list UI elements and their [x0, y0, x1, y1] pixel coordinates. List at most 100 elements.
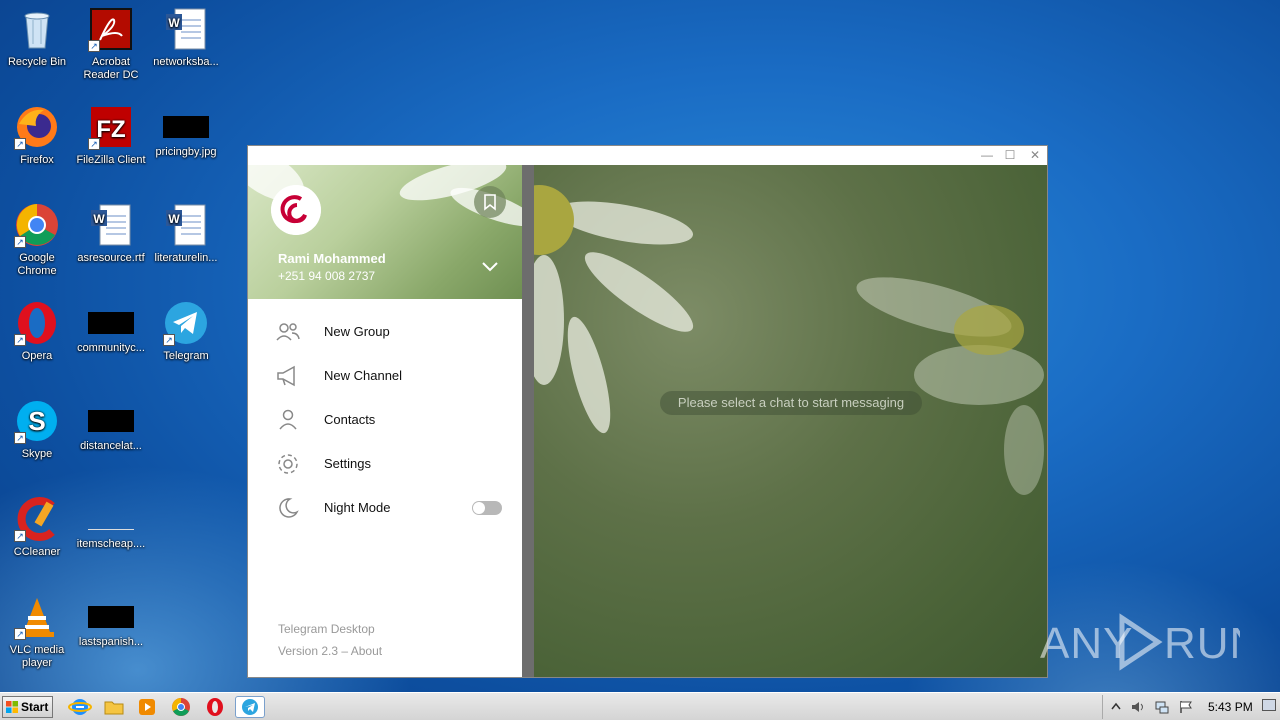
filezilla-icon: FZ ↗ — [88, 104, 134, 150]
skype-icon: S ↗ — [14, 398, 60, 444]
taskbar-clock[interactable]: 5:43 PM — [1208, 700, 1253, 714]
menu-item-new-channel[interactable]: New Channel — [248, 354, 522, 398]
accounts-toggle[interactable] — [480, 259, 500, 275]
windows-flag-icon — [6, 701, 18, 713]
network-button[interactable] — [1154, 699, 1170, 715]
shortcut-arrow-icon: ↗ — [88, 40, 100, 52]
desktop-icon-label: CCleaner — [13, 546, 61, 558]
desktop-icon-label: itemscheap.... — [76, 538, 146, 550]
desktop-icon-label: VLC media player — [9, 644, 65, 669]
start-label: Start — [21, 700, 49, 714]
desktop-icon-itemscheap[interactable]: itemscheap.... — [74, 496, 148, 551]
acrobat-icon: ↗ — [88, 6, 134, 52]
desktop-icon-opera[interactable]: ↗ Opera — [0, 300, 74, 363]
internet-explorer-icon — [68, 699, 92, 715]
svg-text:FZ: FZ — [96, 116, 125, 143]
taskbar-chrome-button[interactable] — [169, 696, 193, 718]
telegram-icon — [242, 699, 258, 715]
show-hidden-icons-button[interactable] — [1108, 699, 1124, 715]
svg-text:RUN: RUN — [1164, 619, 1240, 668]
megaphone-icon — [275, 364, 301, 388]
volume-button[interactable] — [1130, 699, 1146, 715]
desktop-icon-label: Opera — [21, 350, 53, 362]
saved-messages-button[interactable] — [474, 186, 506, 218]
desktop-icon-acrobat[interactable]: ↗ Acrobat Reader DC — [74, 6, 148, 82]
opera-icon: ↗ — [14, 300, 60, 346]
firefox-icon: ↗ — [14, 104, 60, 150]
svg-text:W: W — [168, 212, 180, 226]
minimize-button[interactable]: — — [976, 147, 998, 163]
toggle-knob — [473, 502, 485, 514]
desktop-icon-label: lastspanish... — [78, 636, 144, 648]
start-button[interactable]: Start — [2, 696, 53, 718]
menu-label: New Group — [324, 324, 390, 339]
desktop-icon-networksba[interactable]: W networksba... — [149, 6, 223, 69]
menu-item-night-mode[interactable]: Night Mode — [248, 486, 522, 530]
desktop-icon-firefox[interactable]: ↗ Firefox — [0, 104, 74, 167]
desktop-icon-chrome[interactable]: ↗ Google Chrome — [0, 202, 74, 278]
shortcut-arrow-icon: ↗ — [14, 530, 26, 542]
taskbar-ie-button[interactable] — [68, 696, 92, 718]
redacted-file-icon — [88, 410, 134, 432]
menu-item-settings[interactable]: Settings — [248, 442, 522, 486]
desktop-icon-ccleaner[interactable]: ↗ CCleaner — [0, 496, 74, 559]
desktop-icon-label: FileZilla Client — [76, 154, 146, 166]
tray-separator — [1102, 695, 1103, 719]
show-desktop-button[interactable] — [1262, 699, 1276, 711]
redacted-file-icon — [163, 116, 209, 138]
desktop-icon-filezilla[interactable]: FZ ↗ FileZilla Client — [74, 104, 148, 167]
vlc-cone-icon: ↗ — [14, 594, 60, 640]
menu-label: New Channel — [324, 368, 403, 383]
taskbar-explorer-button[interactable] — [102, 696, 126, 718]
chevron-up-icon — [1111, 702, 1121, 710]
word-document-icon: W — [88, 202, 134, 248]
close-button[interactable]: ✕ — [1024, 147, 1046, 163]
person-icon — [275, 408, 301, 432]
menu-label: Contacts — [324, 412, 376, 427]
desktop-icon-pricingby[interactable]: pricingby.jpg — [149, 104, 223, 159]
maximize-button[interactable]: ☐ — [999, 147, 1021, 163]
avatar[interactable] — [271, 185, 321, 235]
desktop-icon-label: communityc... — [77, 342, 145, 354]
action-center-button[interactable] — [1178, 699, 1194, 715]
shortcut-arrow-icon: ↗ — [88, 138, 100, 150]
menu-item-contacts[interactable]: Contacts — [248, 398, 522, 442]
desktop-icon-recycle-bin[interactable]: Recycle Bin — [0, 6, 74, 69]
menu-item-new-group[interactable]: New Group — [248, 310, 522, 354]
opera-icon — [207, 698, 223, 716]
desktop-icon-lastspanish[interactable]: lastspanish... — [74, 594, 148, 649]
night-mode-toggle[interactable] — [472, 501, 502, 515]
select-chat-placeholder: Please select a chat to start messaging — [660, 391, 922, 415]
menu-header: Rami Mohammed +251 94 008 2737 — [248, 165, 522, 299]
chevron-down-icon — [482, 262, 498, 272]
svg-text:S: S — [28, 406, 45, 436]
desktop-icon-vlc[interactable]: ↗ VLC media player — [0, 594, 74, 670]
word-document-icon: W — [163, 202, 209, 248]
taskbar-telegram-button[interactable] — [235, 696, 265, 718]
title-bar[interactable]: — ☐ ✕ — [248, 146, 1047, 165]
flower-center — [954, 305, 1024, 355]
app-name-footer: Telegram Desktop — [278, 622, 375, 636]
desktop-icon-label: asresource.rtf — [77, 252, 145, 264]
version-about-link[interactable]: Version 2.3 – About — [278, 644, 382, 658]
taskbar-media-button[interactable] — [135, 696, 159, 718]
taskbar-opera-button[interactable] — [203, 696, 227, 718]
desktop-icon-label: distancelat... — [80, 440, 142, 452]
desktop-icon-label: networksba... — [153, 56, 219, 68]
desktop-icon-skype[interactable]: S ↗ Skype — [0, 398, 74, 461]
telegram-icon: ↗ — [163, 300, 209, 346]
svg-text:W: W — [168, 16, 180, 30]
shortcut-arrow-icon: ↗ — [14, 334, 26, 346]
desktop-icon-communityc[interactable]: communityc... — [74, 300, 148, 355]
menu-label: Settings — [324, 456, 371, 471]
shortcut-arrow-icon: ↗ — [14, 628, 26, 640]
background-petal — [534, 255, 564, 385]
background-petal — [1004, 405, 1044, 495]
desktop-icon-label: Firefox — [20, 154, 54, 166]
shortcut-arrow-icon: ↗ — [163, 334, 175, 346]
desktop-icon-asresource[interactable]: W asresource.rtf — [74, 202, 148, 265]
desktop-icon-distancelat[interactable]: distancelat... — [74, 398, 148, 453]
desktop-icon-literaturelin[interactable]: W literaturelin... — [149, 202, 223, 265]
desktop-icon-telegram[interactable]: ↗ Telegram — [149, 300, 223, 363]
network-icon — [1155, 701, 1169, 714]
